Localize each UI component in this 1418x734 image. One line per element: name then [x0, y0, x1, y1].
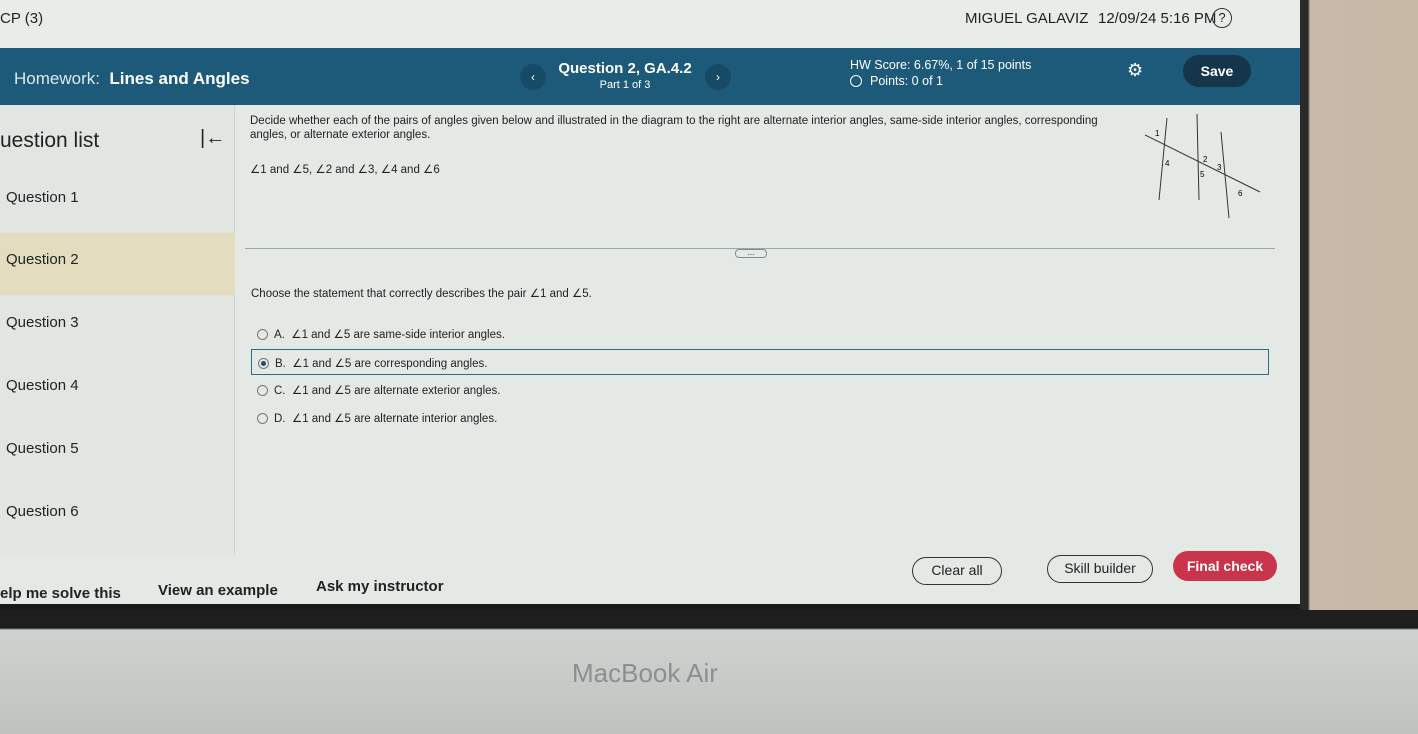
option-text: ∠1 and ∠5 are same-side interior angles.: [291, 329, 505, 341]
collapse-sidebar-icon[interactable]: |←: [200, 127, 225, 150]
question-list-item[interactable]: Question 4: [0, 359, 235, 421]
question-list: uestion list |← Question 1 Question 2 Ques…: [0, 105, 235, 555]
points-circle-icon: [850, 75, 862, 87]
homework-name: Lines and Angles: [109, 69, 250, 88]
view-example-button[interactable]: View an example: [158, 582, 278, 599]
screen: CP (3) MIGUEL GALAVIZ 12/09/24 5:16 PM ?…: [0, 0, 1300, 610]
angle-diagram: 1 2 3 4 5 6: [1145, 113, 1261, 219]
option-letter: D.: [274, 413, 286, 425]
ask-instructor-button[interactable]: Ask my instructor: [316, 578, 444, 595]
answer-option[interactable]: B. ∠1 and ∠5 are corresponding angles.: [251, 349, 1269, 375]
option-text: ∠1 and ∠5 are alternate exterior angles.: [291, 385, 501, 397]
question-list-item[interactable]: Question 5: [0, 422, 235, 484]
footer: elp me solve this View an example Ask my…: [0, 551, 1300, 610]
question-list-item[interactable]: Question 1: [0, 171, 235, 233]
points: Points: 0 of 1: [850, 74, 943, 88]
answer-option[interactable]: A. ∠1 and ∠5 are same-side interior angl…: [251, 321, 1269, 347]
points-text: Points: 0 of 1: [870, 74, 943, 88]
option-text: ∠1 and ∠5 are alternate interior angles.: [291, 413, 498, 425]
angle-label: 4: [1165, 159, 1170, 168]
option-letter: C.: [274, 385, 286, 397]
radio-button[interactable]: [257, 385, 268, 396]
final-check-button[interactable]: Final check: [1173, 551, 1277, 581]
radio-button[interactable]: [257, 413, 268, 424]
angle-label: 2: [1203, 155, 1208, 164]
user-name: MIGUEL GALAVIZ: [965, 10, 1089, 27]
question-prompt: Choose the statement that correctly desc…: [251, 288, 592, 300]
homework-title: Homework: Lines and Angles: [14, 69, 250, 89]
angle-label: 1: [1155, 129, 1160, 138]
header: Homework: Lines and Angles ‹ Question 2,…: [0, 48, 1300, 105]
question-list-title: uestion list: [0, 129, 100, 152]
answer-option[interactable]: C. ∠1 and ∠5 are alternate exterior angl…: [251, 377, 1269, 403]
radio-button[interactable]: [258, 358, 269, 369]
top-bar: CP (3) MIGUEL GALAVIZ 12/09/24 5:16 PM ?: [0, 0, 1300, 48]
next-question-button[interactable]: ›: [705, 64, 731, 90]
help-me-solve-button[interactable]: elp me solve this: [0, 585, 121, 602]
angle-label: 5: [1200, 170, 1205, 179]
angle-label: 3: [1217, 163, 1222, 172]
question-list-item[interactable]: Question 2: [0, 233, 235, 295]
answer-option[interactable]: D. ∠1 and ∠5 are alternate interior angl…: [251, 405, 1269, 431]
question-list-item[interactable]: Question 3: [0, 296, 235, 358]
option-letter: A.: [274, 329, 285, 341]
radio-button[interactable]: [257, 329, 268, 340]
skill-builder-button[interactable]: Skill builder: [1047, 555, 1153, 583]
gear-icon[interactable]: ⚙: [1127, 60, 1143, 81]
question-name: Question 2, GA.4.2: [558, 60, 692, 77]
option-letter: B.: [275, 358, 286, 370]
question-part: Part 1 of 3: [599, 79, 651, 91]
angle-label: 6: [1238, 189, 1243, 198]
datetime: 12/09/24 5:16 PM: [1098, 10, 1217, 27]
question-title: Question 2, GA.4.2 Part 1 of 3: [545, 60, 705, 91]
homework-prefix: Homework:: [14, 69, 100, 88]
save-button[interactable]: Save: [1183, 55, 1251, 87]
help-icon[interactable]: ?: [1212, 8, 1232, 28]
question-content: Decide whether each of the pairs of angl…: [235, 105, 1300, 555]
hw-score: HW Score: 6.67%, 1 of 15 points: [850, 58, 1032, 72]
instructions: Decide whether each of the pairs of angl…: [250, 115, 1098, 141]
clear-all-button[interactable]: Clear all: [912, 557, 1002, 585]
device-brand: MacBook Air: [572, 658, 718, 688]
expand-button[interactable]: ...: [735, 249, 767, 258]
previous-question-button[interactable]: ‹: [520, 64, 546, 90]
angle-pairs: ∠1 and ∠5, ∠2 and ∠3, ∠4 and ∠6: [250, 164, 440, 176]
course-name: CP (3): [0, 10, 44, 27]
question-list-item[interactable]: Question 6: [0, 485, 235, 547]
option-text: ∠1 and ∠5 are corresponding angles.: [292, 358, 488, 370]
